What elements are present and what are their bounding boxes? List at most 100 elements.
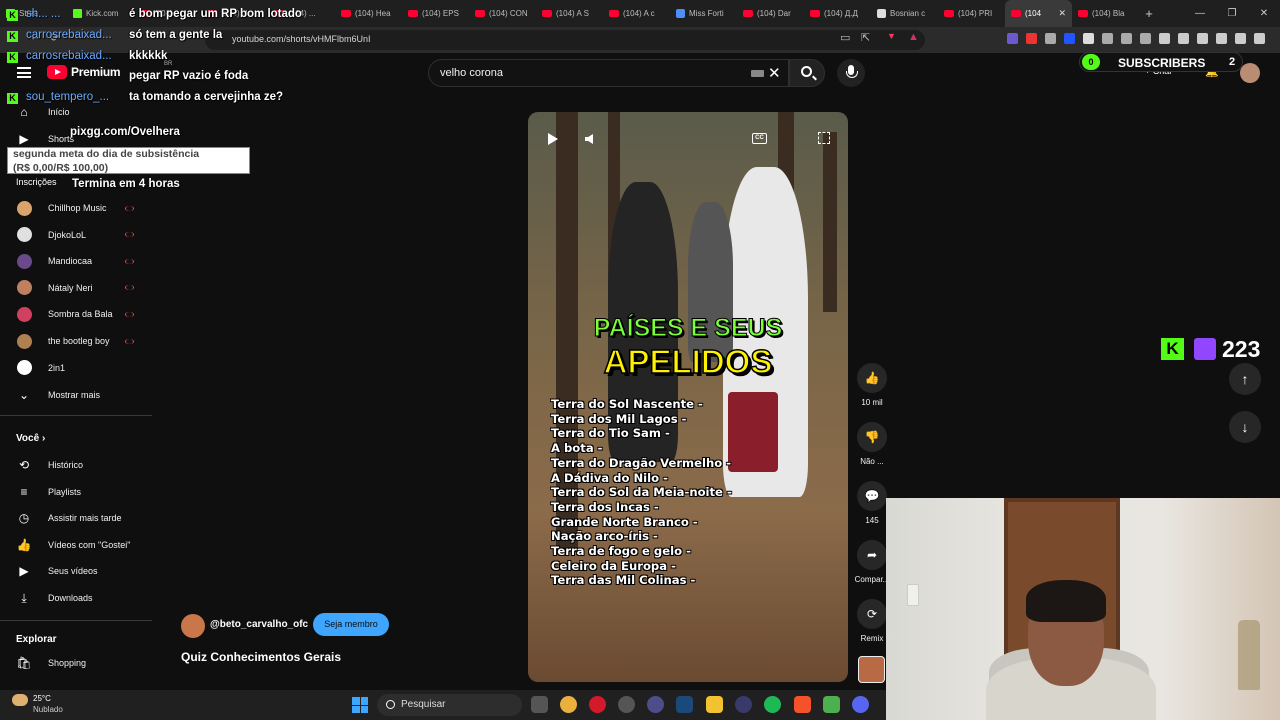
search-button[interactable]: [789, 59, 825, 87]
sidebar-item[interactable]: 👍 Vídeos com "Gostei": [0, 532, 152, 558]
hamburger-menu-icon[interactable]: [17, 67, 31, 78]
subscription-item[interactable]: Chillhop Music: [0, 195, 152, 221]
app-icon[interactable]: [823, 696, 840, 713]
show-more-button[interactable]: ⌄ Mostrar mais: [0, 382, 152, 408]
browser-menu-icon[interactable]: [1254, 33, 1265, 44]
new-tab-button[interactable]: +: [1139, 6, 1159, 21]
brave-shield-icon[interactable]: ▼: [887, 31, 896, 41]
browser-tab[interactable]: (104) PRI: [938, 0, 1005, 27]
channel-avatar[interactable]: [181, 614, 205, 638]
volume-icon[interactable]: [585, 134, 593, 144]
caption-list-item: Terra das Mil Colinas -: [551, 573, 696, 588]
sidebar-item[interactable]: ▶ Seus vídeos: [0, 558, 152, 584]
file-explorer-icon[interactable]: [706, 696, 723, 713]
taskbar-search[interactable]: Pesquisar: [377, 694, 522, 716]
extension-icon[interactable]: [1026, 33, 1037, 44]
search-input[interactable]: velho corona ✕: [428, 59, 789, 87]
subscription-item[interactable]: 2in1: [0, 355, 152, 381]
sound-thumbnail[interactable]: [858, 656, 885, 683]
channel-name[interactable]: @beto_carvalho_ofc: [210, 619, 308, 630]
obs-icon[interactable]: [735, 696, 752, 713]
fullscreen-icon[interactable]: [818, 132, 830, 144]
puzzle-icon[interactable]: [1140, 33, 1151, 44]
browser-tab[interactable]: (104) CON: [469, 0, 536, 27]
extension-icon[interactable]: [1121, 33, 1132, 44]
you-section-title[interactable]: Você ›: [16, 433, 45, 444]
app-icon[interactable]: [647, 696, 664, 713]
task-view-icon[interactable]: [531, 696, 548, 713]
url-text: youtube.com/shorts/vHMFlbm6UnI: [232, 34, 371, 44]
browser-tab[interactable]: (104 ✕: [1005, 0, 1072, 27]
cast-icon[interactable]: ▭: [840, 31, 850, 44]
subscription-item[interactable]: Sombra da Bala: [0, 301, 152, 327]
discord-icon[interactable]: [852, 696, 869, 713]
wallet-icon[interactable]: [1197, 33, 1208, 44]
minimize-button[interactable]: —: [1184, 0, 1216, 27]
share-page-icon[interactable]: ⇱: [861, 31, 870, 44]
browser-tab[interactable]: (104) Hea: [335, 0, 402, 27]
caption-list-item: Terra dos Mil Lagos -: [551, 411, 687, 426]
extension-icon[interactable]: [1102, 33, 1113, 44]
chrome-icon[interactable]: [560, 696, 577, 713]
sidebar-item[interactable]: ⟲ Histórico: [0, 452, 152, 478]
subscriptions-title[interactable]: Inscrições: [16, 177, 57, 187]
extension-icon[interactable]: [1045, 33, 1056, 44]
steam-icon[interactable]: [676, 696, 693, 713]
browser-tab[interactable]: (104) Bla: [1072, 0, 1139, 27]
url-field[interactable]: youtube.com/shorts/vHMFlbm6UnI: [205, 30, 925, 50]
browser-tab[interactable]: (104) A c: [603, 0, 670, 27]
subscription-item[interactable]: Mandiocaa: [0, 248, 152, 274]
brave-rewards-icon[interactable]: ▲: [908, 31, 919, 43]
maximize-button[interactable]: ❐: [1216, 0, 1248, 27]
extension-icon[interactable]: [1007, 33, 1018, 44]
short-video-player[interactable]: CC PAÍSES E SEUS APELIDOS Terra do Sol N…: [528, 112, 848, 682]
video-title[interactable]: Quiz Conhecimentos Gerais: [181, 650, 341, 664]
vpn-icon[interactable]: [1235, 33, 1246, 44]
windows-start-icon[interactable]: [352, 697, 368, 713]
play-icon[interactable]: [548, 133, 558, 145]
browser-tab[interactable]: (104) A S: [536, 0, 603, 27]
subscription-item[interactable]: Nátaly Neri: [0, 275, 152, 301]
weather-icon[interactable]: [12, 694, 28, 706]
leo-icon[interactable]: [1216, 33, 1227, 44]
remix-icon[interactable]: ⟳: [857, 599, 887, 629]
close-tab-icon[interactable]: ✕: [1058, 8, 1066, 19]
browser-tab[interactable]: Kick.com: [67, 0, 134, 27]
captions-button[interactable]: CC: [752, 133, 767, 144]
sidebar-item[interactable]: ◷ Assistir mais tarde: [0, 505, 152, 531]
youtube-logo[interactable]: Premium BR: [47, 61, 172, 79]
subscription-item[interactable]: the bootleg boy: [0, 328, 152, 354]
browser-tab[interactable]: Bosnian c: [871, 0, 938, 27]
sidebar-item[interactable]: ≡ Playlists: [0, 479, 152, 505]
browser-tab[interactable]: (104) Dar: [737, 0, 804, 27]
previous-short-button[interactable]: ↑: [1229, 363, 1261, 395]
like-icon[interactable]: 👍: [857, 363, 887, 393]
browser-tab[interactable]: (104) Д.Д: [804, 0, 871, 27]
subscription-item[interactable]: DjokoLoL: [0, 222, 152, 248]
comments-icon[interactable]: 💬: [857, 481, 887, 511]
media-icon[interactable]: [1159, 33, 1170, 44]
brave-icon[interactable]: [794, 696, 811, 713]
app-icon[interactable]: [618, 696, 635, 713]
clear-search-icon[interactable]: ✕: [768, 64, 781, 82]
voice-search-button[interactable]: [837, 59, 865, 87]
browser-tab[interactable]: Miss Forti: [670, 0, 737, 27]
sidebar-icon[interactable]: [1178, 33, 1189, 44]
viewer-count-widget: K 223: [1161, 336, 1271, 362]
sidebar-item[interactable]: ⤓ Downloads: [0, 585, 152, 611]
extension-icon[interactable]: [1064, 33, 1075, 44]
next-short-button[interactable]: ↓: [1229, 411, 1261, 443]
close-window-button[interactable]: ✕: [1248, 0, 1280, 27]
opera-icon[interactable]: [589, 696, 606, 713]
sidebar-item-shopping[interactable]: 🛍 Shopping: [0, 650, 152, 676]
account-avatar[interactable]: [1240, 63, 1260, 83]
browser-tab[interactable]: (104) EPS: [402, 0, 469, 27]
share-icon[interactable]: ➦: [857, 540, 887, 570]
spotify-icon[interactable]: [764, 696, 781, 713]
extension-icon[interactable]: [1083, 33, 1094, 44]
keyboard-icon[interactable]: [751, 70, 764, 77]
tab-title: (104) Hea: [355, 9, 391, 18]
dislike-icon[interactable]: 👎: [857, 422, 887, 452]
join-button[interactable]: Seja membro: [313, 613, 389, 636]
home-icon: ⌂: [20, 105, 28, 119]
